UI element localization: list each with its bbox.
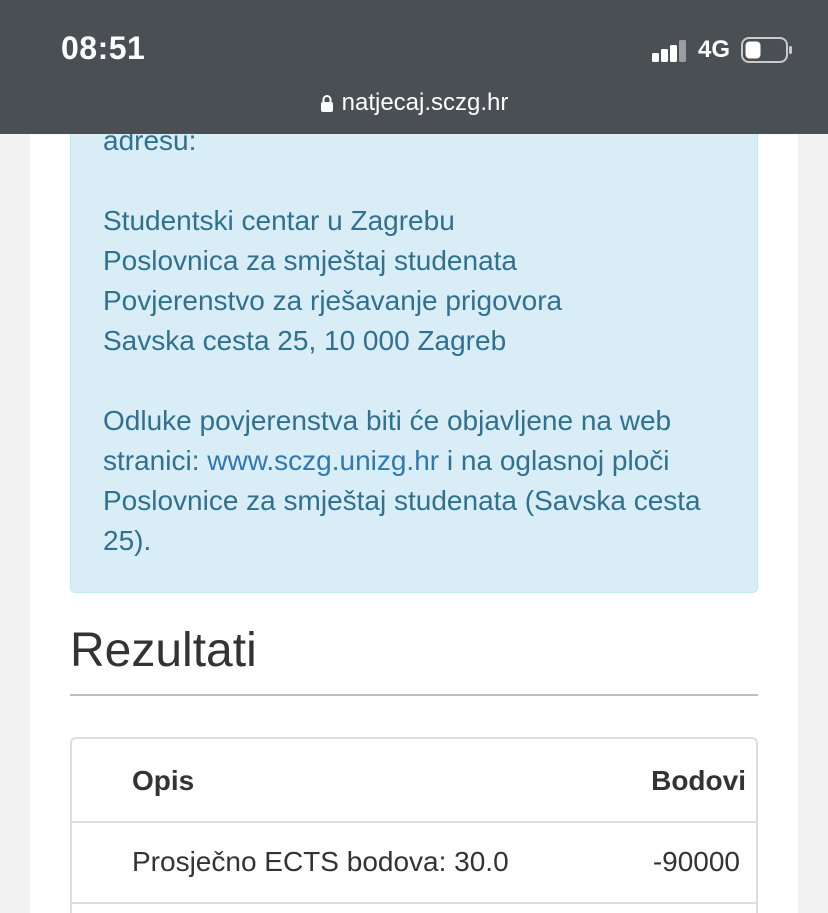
row-description: Prosječno ECTS bodova: 30.0 (132, 846, 509, 877)
header-row-divider (72, 821, 756, 823)
decision-line-2-prefix: stranici: (103, 445, 208, 476)
results-divider (70, 694, 758, 696)
address-line-4: Savska cesta 25, 10 000 Zagreb (103, 325, 507, 356)
clock: 08:51 (61, 30, 146, 66)
decision-line-1: Odluke povjerenstva biti će objavljene n… (103, 405, 672, 436)
row-points: -90000 (652, 846, 740, 877)
lock-icon (320, 95, 333, 112)
decision-line-2: stranici: www.sczg.unizg.hr i na oglasno… (103, 441, 670, 481)
column-header-description: Opis (132, 765, 195, 796)
row-divider (72, 902, 756, 904)
sczg-website-link[interactable]: www.sczg.unizg.hr (207, 445, 439, 476)
browser-status-bar: 08:51 4G natjecaj.sczg.hr (0, 0, 828, 134)
results-table: Opis Bodovi Prosječno ECTS bodova: 30.0 … (70, 737, 758, 913)
address-line-1: Studentski centar u Zagrebu (103, 205, 455, 236)
decision-line-3: Poslovnice za smještaj studenata (Savska… (103, 485, 701, 516)
address-line-3: Povjerenstvo za rješavanje prigovora (103, 285, 563, 316)
decision-line-4: 25). (103, 525, 152, 556)
decision-line-2-suffix: i na oglasnoj ploči (439, 445, 670, 476)
address-line-2: Poslovnica za smještaj studenata (103, 245, 517, 276)
info-alert-box: adresu: Studentski centar u Zagrebu Posl… (70, 70, 758, 593)
network-type: 4G (698, 36, 731, 63)
cellular-signal-icon (652, 40, 686, 62)
url-text: natjecaj.sczg.hr (341, 89, 509, 116)
results-heading: Rezultati (70, 624, 257, 677)
address-bar[interactable]: natjecaj.sczg.hr (0, 88, 828, 118)
battery-icon (741, 37, 792, 63)
column-header-points: Bodovi (651, 765, 746, 796)
